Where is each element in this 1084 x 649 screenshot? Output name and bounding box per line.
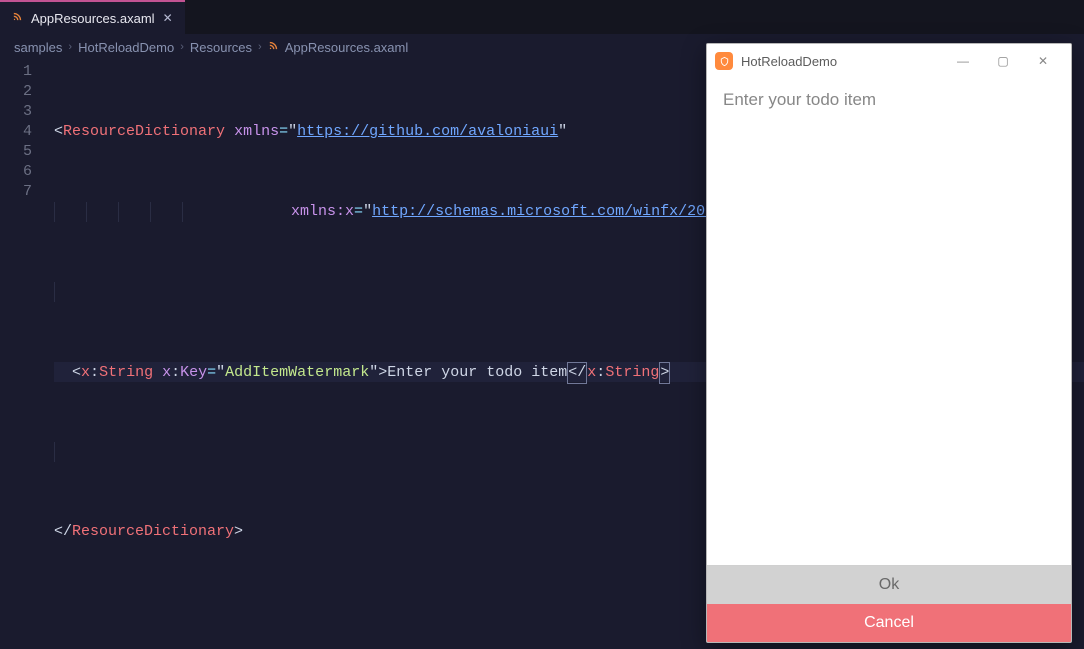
tok: xmlns:x (291, 203, 354, 220)
crumb-resources[interactable]: Resources (190, 40, 252, 55)
todo-input[interactable]: Enter your todo item (723, 90, 1055, 110)
tok: ResourceDictionary (63, 123, 225, 140)
line-number: 6 (0, 162, 32, 182)
tok: Key (180, 364, 207, 381)
cancel-button[interactable]: Cancel (707, 604, 1071, 642)
crumb-samples[interactable]: samples (14, 40, 62, 55)
tok (225, 123, 234, 140)
tok: String (99, 364, 153, 381)
chevron-right-icon: › (68, 41, 72, 53)
tok: > (378, 364, 387, 381)
window-title: HotReloadDemo (741, 54, 837, 69)
tab-filename: AppResources.axaml (31, 11, 155, 26)
tok: " (369, 364, 378, 381)
tok: = (207, 364, 216, 381)
tok: : (90, 364, 99, 381)
window-minimize-button[interactable]: — (943, 54, 983, 68)
tok: > (660, 364, 669, 381)
tok: x (81, 364, 90, 381)
tok: : (596, 364, 605, 381)
tok: Enter your todo item (387, 364, 567, 381)
tab-bar-empty (185, 0, 1084, 34)
line-number: 2 (0, 82, 32, 102)
matching-bracket: > (659, 362, 670, 384)
tok (54, 364, 72, 381)
app-icon (715, 52, 733, 70)
tok: x (162, 364, 171, 381)
cursor: </ (567, 362, 587, 384)
tok: https://github.com/avaloniaui (297, 123, 558, 140)
tok: AddItemWatermark (225, 364, 369, 381)
chevron-right-icon: › (258, 41, 262, 53)
line-number: 5 (0, 142, 32, 162)
crumb-file[interactable]: AppResources.axaml (285, 40, 409, 55)
tok: " (216, 364, 225, 381)
tok: < (54, 123, 63, 140)
app-body[interactable]: Enter your todo item (707, 78, 1071, 565)
tok: " (288, 123, 297, 140)
tok: : (171, 364, 180, 381)
tab-appresources[interactable]: AppResources.axaml ✕ (0, 0, 185, 34)
ok-button[interactable]: Ok (707, 566, 1071, 604)
line-number: 1 (0, 62, 32, 82)
tok: </ (568, 364, 586, 381)
tok: ResourceDictionary (72, 523, 234, 540)
close-icon[interactable]: ✕ (163, 11, 173, 25)
tok: = (354, 203, 363, 220)
line-number: 7 (0, 182, 32, 202)
tok: > (234, 523, 243, 540)
tok: String (605, 364, 659, 381)
line-gutter: 1 2 3 4 5 6 7 (0, 62, 54, 649)
preview-window[interactable]: HotReloadDemo — ▢ ✕ Enter your todo item… (706, 43, 1072, 643)
editor-root: AppResources.axaml ✕ samples › HotReload… (0, 0, 1084, 649)
line-number: 4 (0, 122, 32, 142)
rss-icon (268, 40, 279, 54)
tok: " (363, 203, 372, 220)
tok: " (558, 123, 567, 140)
tok: xmlns (234, 123, 279, 140)
window-maximize-button[interactable]: ▢ (983, 54, 1023, 68)
crumb-hotreloaddemo[interactable]: HotReloadDemo (78, 40, 174, 55)
chevron-right-icon: › (180, 41, 184, 53)
line-number: 3 (0, 102, 32, 122)
tok: < (72, 364, 81, 381)
tok: = (279, 123, 288, 140)
tab-bar: AppResources.axaml ✕ (0, 0, 1084, 34)
tok: </ (54, 523, 72, 540)
tok (153, 364, 162, 381)
tok (183, 203, 291, 220)
rss-icon (12, 11, 23, 25)
tok: x (587, 364, 596, 381)
titlebar[interactable]: HotReloadDemo — ▢ ✕ (707, 44, 1071, 78)
button-row: Ok Cancel (707, 565, 1071, 642)
window-close-button[interactable]: ✕ (1023, 54, 1063, 68)
